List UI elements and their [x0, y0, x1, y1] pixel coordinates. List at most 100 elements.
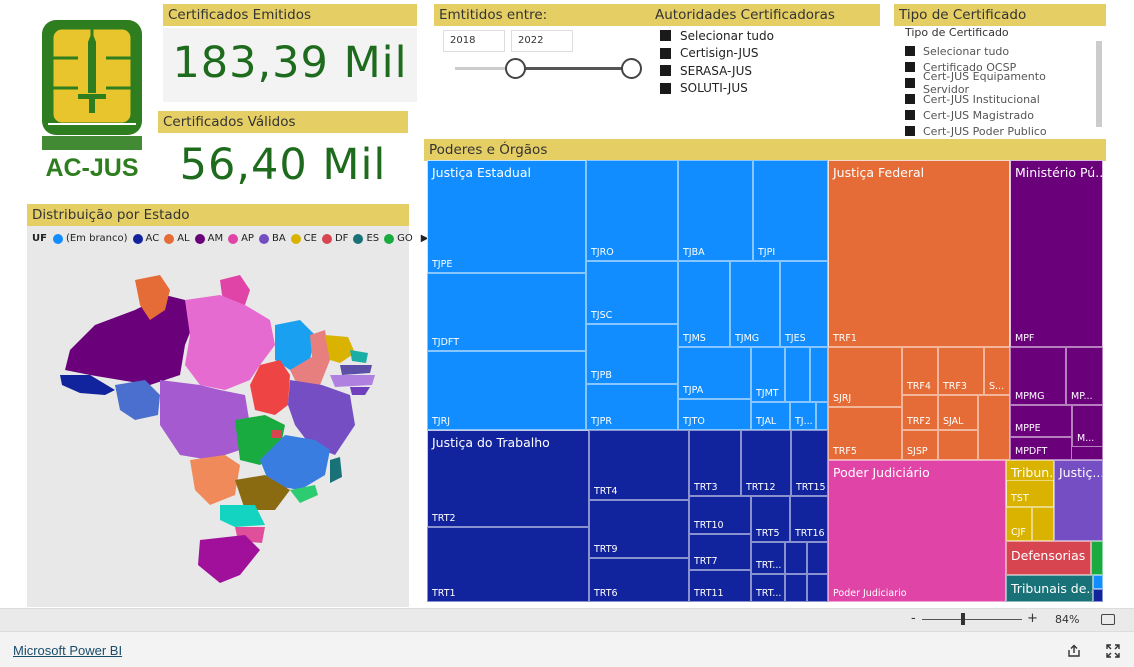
- tm-cell[interactable]: MPDFT: [1010, 437, 1072, 460]
- tm-cell[interactable]: TRF5: [828, 407, 902, 460]
- tm-cell[interactable]: TJPB: [586, 324, 678, 384]
- tm-cell[interactable]: TJAL: [751, 402, 790, 430]
- tm-cell[interactable]: [785, 574, 807, 602]
- tm-cell[interactable]: MP...: [1066, 347, 1103, 405]
- legend-item[interactable]: BA: [258, 233, 286, 244]
- tm-cell[interactable]: [1093, 575, 1103, 589]
- tm-cell[interactable]: MPPE: [1010, 405, 1072, 437]
- checkbox-icon[interactable]: [660, 30, 671, 42]
- tm-cell[interactable]: TRT16: [790, 496, 828, 542]
- tm-cell[interactable]: TRT4: [589, 430, 689, 500]
- tm-defensorias[interactable]: Defensorias: [1006, 541, 1091, 575]
- fullscreen-icon[interactable]: [1106, 643, 1120, 662]
- tm-cell[interactable]: TJRJ: [427, 351, 586, 430]
- autoridade-option[interactable]: Certisign-JUS: [660, 45, 870, 63]
- tm-cell[interactable]: TJPA: [678, 347, 751, 399]
- tm-cell[interactable]: TJBA: [678, 160, 753, 261]
- tm-cell[interactable]: TJES: [780, 261, 828, 347]
- tm-cell[interactable]: TRT6: [589, 558, 689, 602]
- tm-cell[interactable]: TJMG: [730, 261, 780, 347]
- legend-item[interactable]: AL: [164, 233, 190, 244]
- tm-cell[interactable]: MPMG: [1010, 347, 1066, 405]
- tipo-option[interactable]: Selecionar tudo: [905, 43, 1090, 59]
- tm-cell[interactable]: TRT3: [689, 430, 741, 496]
- checkbox-icon[interactable]: [660, 82, 671, 94]
- zoom-in-button[interactable]: +: [1027, 611, 1038, 626]
- tm-cell[interactable]: SJAL: [938, 395, 978, 430]
- date-to-input[interactable]: 2022: [511, 30, 573, 52]
- date-slider-track[interactable]: [515, 67, 632, 70]
- tm-cell[interactable]: TRT10: [689, 496, 751, 534]
- legend-item[interactable]: AP: [228, 233, 254, 244]
- tm-cell[interactable]: TRT12: [741, 430, 791, 496]
- checkbox-icon[interactable]: [660, 65, 671, 77]
- tipo-option[interactable]: Cert-JUS Magistrado: [905, 107, 1090, 123]
- tm-cell[interactable]: TRT11: [689, 570, 751, 602]
- tm-cell[interactable]: TRT7: [689, 534, 751, 570]
- power-bi-link[interactable]: Microsoft Power BI: [13, 643, 122, 658]
- tm-cell[interactable]: TRF2: [902, 395, 938, 430]
- tm-cell[interactable]: [938, 430, 978, 460]
- tm-cell[interactable]: TRF4: [902, 347, 938, 395]
- tm-cell[interactable]: TRT15: [791, 430, 828, 496]
- checkbox-icon[interactable]: [905, 46, 915, 56]
- autoridade-option[interactable]: SERASA-JUS: [660, 62, 870, 80]
- tm-cell[interactable]: [807, 574, 828, 602]
- share-icon[interactable]: [1067, 643, 1081, 662]
- tipo-option[interactable]: Cert-JUS Equipamento Servidor: [905, 70, 1090, 96]
- tm-cell[interactable]: [1032, 507, 1054, 541]
- tm-cell[interactable]: TJ...: [790, 402, 816, 430]
- zoom-slider-handle[interactable]: [961, 613, 965, 625]
- tm-cell[interactable]: TST: [1006, 480, 1054, 507]
- tm-judiciario[interactable]: Poder Judiciário Poder Judiciario: [828, 460, 1006, 602]
- tm-cell[interactable]: TRF1: [828, 160, 1010, 347]
- tm-cell[interactable]: TJPE: [427, 160, 586, 273]
- legend-item[interactable]: GO: [384, 233, 413, 244]
- legend-item[interactable]: (Em branco): [52, 233, 128, 244]
- legend-item[interactable]: AM: [194, 233, 223, 244]
- tm-cell[interactable]: CJF: [1006, 507, 1032, 541]
- tm-cell[interactable]: TJPI: [753, 160, 828, 261]
- fit-page-icon[interactable]: [1101, 614, 1115, 625]
- tm-justica-outros[interactable]: Justiç...: [1054, 460, 1103, 541]
- tm-cell[interactable]: TJMS: [678, 261, 730, 347]
- tm-cell[interactable]: [807, 542, 828, 574]
- legend-item[interactable]: AC: [132, 233, 159, 244]
- checkbox-icon[interactable]: [905, 78, 915, 88]
- tm-cell[interactable]: TJTO: [678, 399, 751, 430]
- tm-cell[interactable]: TRT...: [751, 574, 785, 602]
- checkbox-icon[interactable]: [905, 110, 915, 120]
- tm-cell[interactable]: [1091, 541, 1103, 575]
- checkbox-icon[interactable]: [905, 126, 915, 136]
- tm-cell[interactable]: SJSP: [902, 430, 938, 460]
- tm-cell[interactable]: TRT2: [427, 430, 589, 527]
- tm-cell[interactable]: [1093, 589, 1103, 602]
- tm-cell[interactable]: [785, 542, 807, 574]
- checkbox-icon[interactable]: [905, 94, 915, 104]
- tm-cell[interactable]: TRT...: [751, 542, 785, 574]
- tm-cell[interactable]: TJSC: [586, 261, 678, 324]
- tipo-scrollbar[interactable]: [1096, 41, 1102, 127]
- tm-cell[interactable]: TRF3: [938, 347, 984, 395]
- date-from-input[interactable]: 2018: [443, 30, 505, 52]
- brazil-map[interactable]: [50, 265, 385, 600]
- legend-item[interactable]: ES: [353, 233, 379, 244]
- tm-cell[interactable]: [810, 347, 828, 402]
- zoom-slider-track[interactable]: [922, 619, 1022, 620]
- tipo-option[interactable]: Cert-JUS Poder Publico: [905, 123, 1090, 139]
- tm-tribunais-contas[interactable]: Tribunais de...: [1006, 575, 1093, 602]
- tm-cell[interactable]: TJPR: [586, 384, 678, 430]
- tm-cell[interactable]: [978, 395, 1010, 460]
- tm-cell[interactable]: TRT5: [751, 496, 790, 542]
- date-slider-start-handle[interactable]: [505, 58, 526, 79]
- tm-cell[interactable]: TJDFT: [427, 273, 586, 351]
- tm-cell[interactable]: M...: [1072, 405, 1103, 447]
- zoom-out-button[interactable]: -: [911, 611, 916, 626]
- tm-cell[interactable]: MPF: [1010, 160, 1103, 347]
- tm-cell[interactable]: [816, 402, 828, 430]
- tm-cell[interactable]: TRT9: [589, 500, 689, 558]
- tm-cell[interactable]: TRT1: [427, 527, 589, 602]
- tm-cell[interactable]: [785, 347, 810, 402]
- legend-item[interactable]: CE: [290, 233, 317, 244]
- checkbox-icon[interactable]: [905, 62, 915, 72]
